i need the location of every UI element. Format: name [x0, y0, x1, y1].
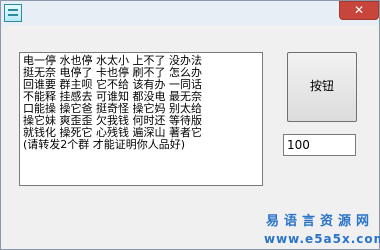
app-icon — [4, 4, 22, 22]
title-bar[interactable]: ✕ — [1, 1, 379, 25]
number-input[interactable]: 100 — [283, 134, 356, 156]
watermark-url: www.e5a5x.com — [264, 232, 380, 246]
site-watermark: 易语言资源网 www.e5a5x.com — [264, 214, 380, 248]
text-line: (请转发2个群 才能证明你人品好) — [23, 138, 186, 151]
watermark-title: 易语言资源网 — [265, 214, 374, 229]
action-button[interactable]: 按钮 — [287, 52, 357, 122]
app-window: ✕ 电一停 水也停 水太小 上不了 没办法 挺无奈 电停了 卡也停 刷不了 怎么… — [0, 0, 380, 250]
close-button[interactable]: ✕ — [339, 1, 379, 20]
text-area[interactable]: 电一停 水也停 水太小 上不了 没办法 挺无奈 电停了 卡也停 刷不了 怎么办 … — [19, 52, 263, 186]
